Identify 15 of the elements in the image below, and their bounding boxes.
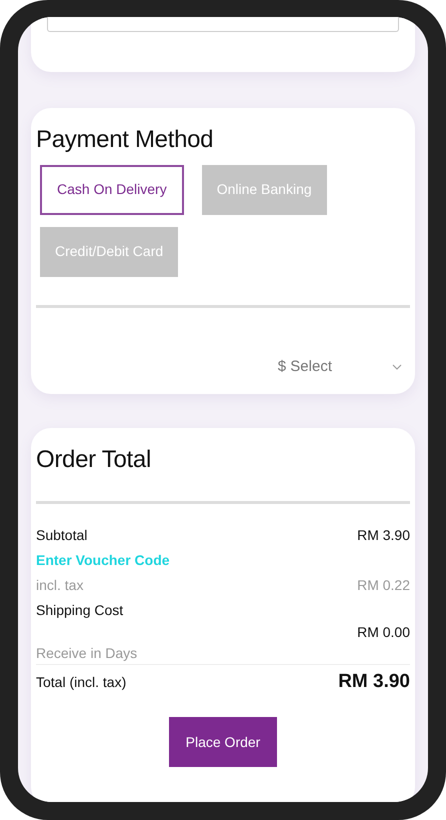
section-title: Order Total <box>36 446 152 476</box>
row-label: incl. tax <box>36 576 84 595</box>
payment-option[interactable]: Cash On Delivery <box>40 164 184 215</box>
row-value: RM 3.90 <box>357 526 410 545</box>
row-label: Receive in Days <box>36 644 138 662</box>
row-value: RM 0.22 <box>357 576 410 595</box>
row-label: Subtotal <box>36 526 88 545</box>
place-order-button[interactable]: Place Order <box>169 717 277 768</box>
row-label: Total (incl. tax) <box>36 672 126 692</box>
chevron-down-icon <box>392 364 402 370</box>
row-label: Shipping Cost <box>36 600 124 620</box>
section-title: Payment Method <box>36 126 214 155</box>
row-value: RM 0.00 <box>357 622 410 642</box>
total-value: RM 3.90 <box>338 670 410 694</box>
currency-select[interactable]: $ Select <box>36 356 410 378</box>
